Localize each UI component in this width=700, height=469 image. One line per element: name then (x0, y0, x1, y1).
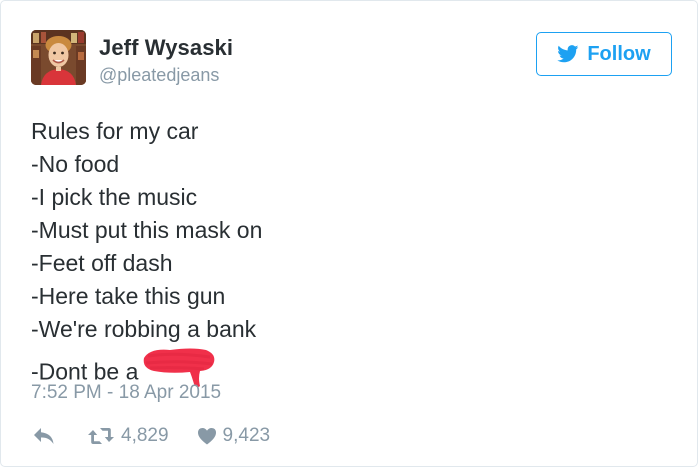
reply-icon (33, 427, 55, 445)
tweet-line: -I pick the music (31, 184, 198, 210)
retweet-icon (87, 426, 115, 446)
tweet-text: Rules for my car -No food -I pick the mu… (31, 115, 661, 401)
tweet-line: Rules for my car (31, 118, 199, 144)
retweet-button[interactable]: 4,829 (87, 425, 169, 447)
user-handle[interactable]: @pleatedjeans (99, 65, 219, 86)
reply-button[interactable] (33, 427, 55, 445)
twitter-bird-icon (557, 45, 579, 63)
retweet-count: 4,829 (121, 425, 169, 446)
user-avatar-photo (31, 30, 86, 85)
like-button[interactable]: 9,423 (197, 425, 271, 447)
tweet-line: -Must put this mask on (31, 217, 263, 243)
follow-button[interactable]: Follow (536, 32, 672, 76)
tweet-timestamp[interactable]: 7:52 PM - 18 Apr 2015 (31, 382, 221, 404)
tweet-line: -Here take this gun (31, 283, 226, 309)
tweet-line: -We're robbing a bank (31, 316, 257, 342)
tweet-actions: 4,829 9,423 (33, 421, 270, 451)
tweet-line: -Feet off dash (31, 250, 173, 276)
heart-icon (197, 427, 217, 445)
display-name[interactable]: Jeff Wysaski (99, 35, 233, 61)
avatar[interactable] (31, 30, 86, 85)
tweet-card: Jeff Wysaski @pleatedjeans Follow Rules … (0, 0, 698, 467)
like-count: 9,423 (222, 425, 271, 446)
tweet-line: -No food (31, 151, 120, 177)
follow-button-label: Follow (587, 42, 651, 65)
tweet-line-text: -Dont be a (31, 358, 139, 385)
